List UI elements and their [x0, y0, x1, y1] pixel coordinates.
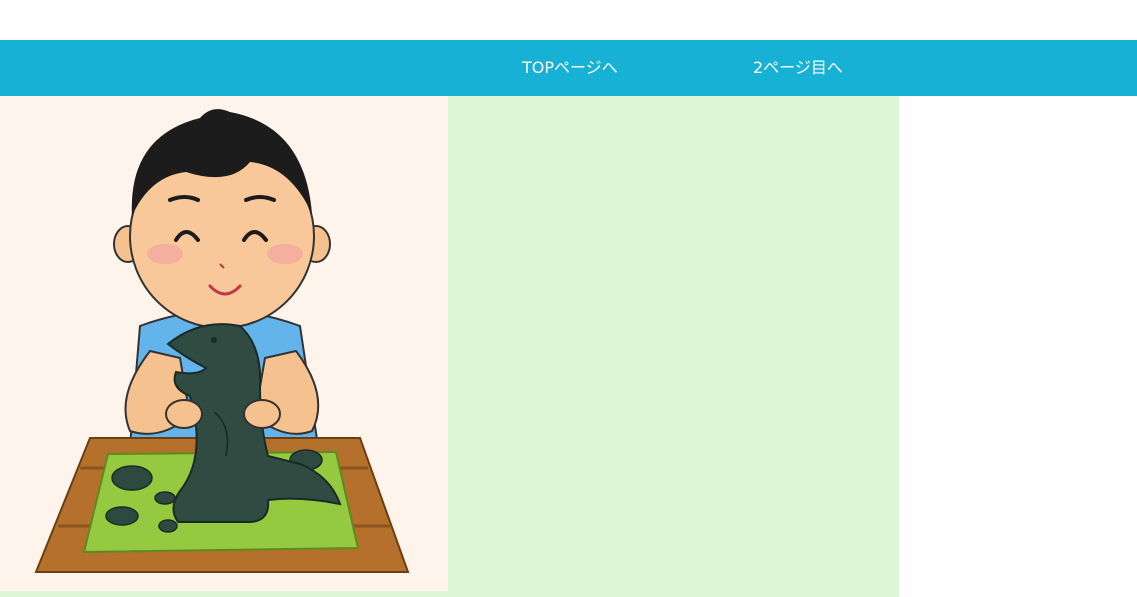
- clay-dinosaur-illustration: [0, 96, 448, 591]
- nav-link-top-page[interactable]: TOPページへ: [522, 40, 618, 96]
- page: TOPページへ 2ページ目へ: [0, 0, 1137, 597]
- navigation-bar: TOPページへ 2ページ目へ: [0, 40, 1137, 96]
- boy-with-clay-dinosaur-icon: [34, 109, 410, 573]
- nav-link-page-2[interactable]: 2ページ目へ: [753, 40, 843, 96]
